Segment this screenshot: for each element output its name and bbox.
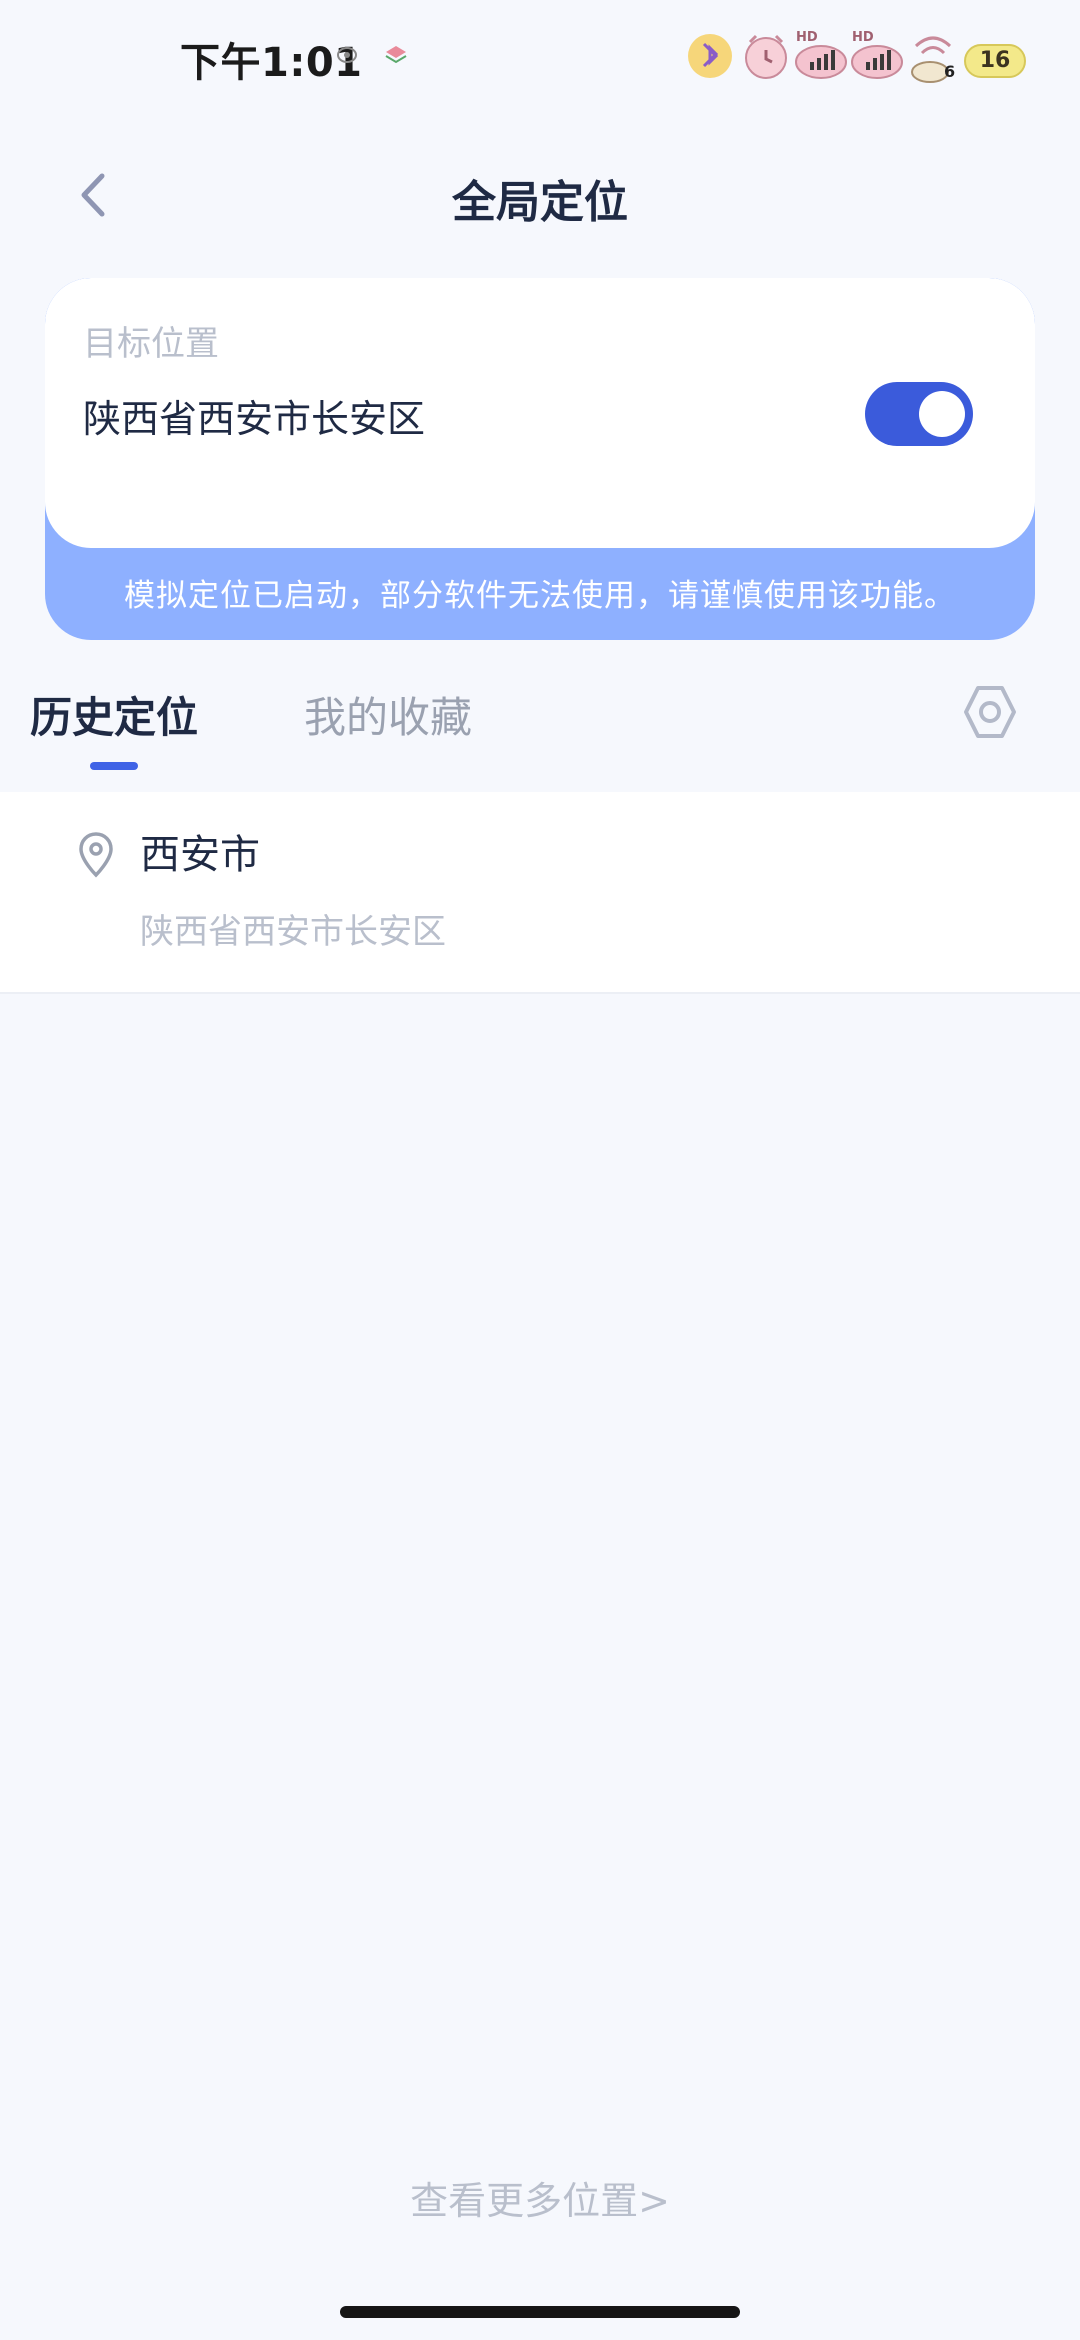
target-location-label: 目标位置 — [83, 324, 219, 364]
header: 全局定位 — [0, 140, 1080, 250]
alarm-icon — [745, 34, 787, 79]
tab-history[interactable]: 历史定位 — [30, 684, 198, 745]
page-title: 全局定位 — [452, 177, 628, 228]
tab-favorites[interactable]: 我的收藏 — [304, 684, 472, 745]
battery-indicator: 16 — [964, 44, 1026, 78]
signal-badge: HD — [796, 30, 818, 45]
global-location-page: 下午1:01 HD HD 6 16 全局定位 目标位置 陕西省西安市长安区 模拟… — [0, 0, 1080, 2340]
wifi-badge: 6 — [944, 62, 956, 81]
target-location-address[interactable]: 陕西省西安市长安区 — [83, 388, 425, 443]
list-item[interactable]: 西安市 陕西省西安市长安区 — [0, 792, 1080, 992]
location-tabs: 历史定位 我的收藏 — [0, 680, 1080, 790]
signal-badge: HD — [852, 30, 874, 45]
list-item-title: 西安市 — [140, 832, 260, 878]
history-list: 西安市 陕西省西安市长安区 — [0, 792, 1080, 994]
notification-icon — [337, 47, 357, 63]
settings-button[interactable] — [958, 680, 1022, 744]
hexagon-settings-icon — [964, 686, 1016, 738]
signal-icon-2: HD — [850, 26, 904, 82]
active-tab-indicator — [90, 762, 138, 770]
mock-location-toggle[interactable] — [865, 382, 973, 446]
home-indicator[interactable] — [340, 2306, 740, 2318]
wifi-status: 6 — [906, 26, 960, 86]
target-location-panel: 目标位置 陕西省西安市长安区 — [45, 278, 1035, 548]
toggle-knob — [919, 391, 965, 437]
target-location-card: 目标位置 陕西省西安市长安区 模拟定位已启动，部分软件无法使用，请谨慎使用该功能… — [45, 278, 1035, 640]
map-pin-icon — [79, 832, 113, 878]
list-item-subtitle: 陕西省西安市长安区 — [140, 912, 446, 952]
notification-app-icon — [385, 46, 407, 64]
view-more-locations-link[interactable]: 查看更多位置> — [0, 2170, 1080, 2225]
bluetooth-icon — [688, 34, 732, 78]
mock-location-warning: 模拟定位已启动，部分软件无法使用，请谨慎使用该功能。 — [124, 578, 956, 614]
status-bar: 下午1:01 HD HD 6 16 — [0, 0, 1080, 120]
signal-icon-1: HD — [794, 26, 848, 82]
